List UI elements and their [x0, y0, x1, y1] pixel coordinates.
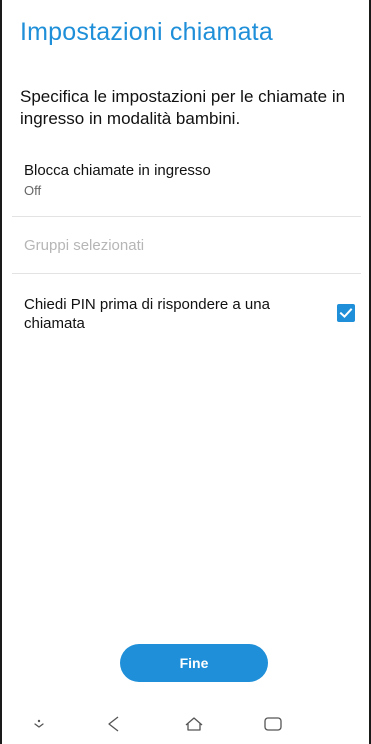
screen: Impostazioni chiamata Specifica le impos… [0, 0, 371, 744]
selected-groups-setting: Gruppi selezionati [24, 237, 145, 254]
recent-apps-icon[interactable] [261, 712, 285, 736]
ask-pin-checkbox[interactable] [337, 304, 355, 322]
back-icon[interactable] [102, 712, 126, 736]
page-title: Impostazioni chiamata [20, 18, 273, 46]
home-icon[interactable] [182, 712, 206, 736]
page-description: Specifica le impostazioni per le chiamat… [20, 87, 346, 128]
divider [12, 273, 361, 274]
block-calls-value: Off [24, 183, 42, 198]
done-button[interactable]: Fine [120, 644, 268, 682]
ask-pin-setting[interactable]: Chiedi PIN prima di rispondere a una chi… [24, 295, 355, 335]
checkmark-icon [339, 308, 353, 319]
more-icon[interactable] [27, 712, 51, 736]
block-calls-setting[interactable]: Blocca chiamate in ingresso Off [24, 161, 354, 198]
status-bar-strip [2, 0, 369, 8]
block-calls-title: Blocca chiamate in ingresso [24, 162, 211, 179]
ask-pin-label: Chiedi PIN prima di rispondere a una chi… [24, 296, 270, 332]
navigation-bar [2, 700, 369, 744]
divider [12, 216, 361, 217]
